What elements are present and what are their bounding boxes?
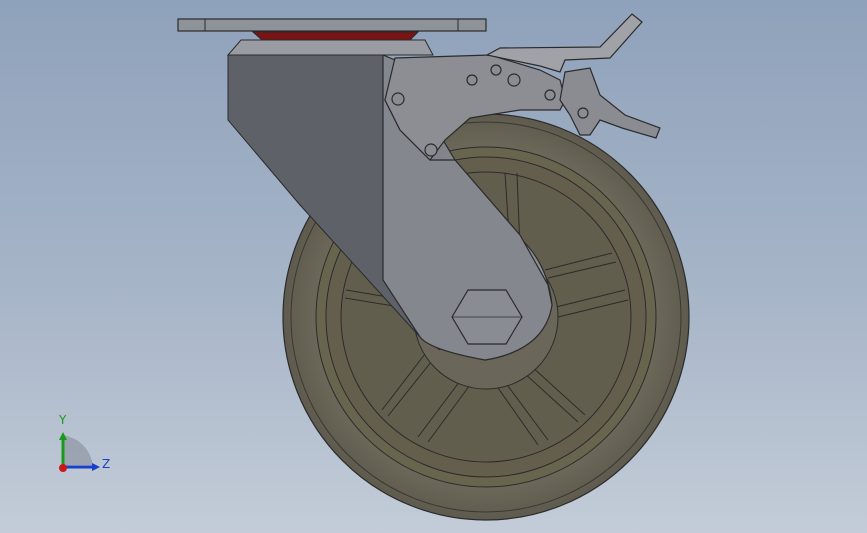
mounting-top[interactable] <box>177 18 487 56</box>
y-axis-label: Y <box>59 413 67 427</box>
top-plate <box>177 18 487 32</box>
graphics-viewport[interactable]: Y Z <box>0 0 867 533</box>
z-axis-arrow <box>92 463 100 471</box>
z-axis-label: Z <box>102 457 111 471</box>
caster-model[interactable] <box>0 0 867 533</box>
brake-pedal[interactable] <box>559 67 661 139</box>
swivel-housing <box>226 39 434 56</box>
bearing-ring <box>251 31 420 41</box>
origin-dot <box>59 464 67 472</box>
triad-shade <box>63 435 93 465</box>
